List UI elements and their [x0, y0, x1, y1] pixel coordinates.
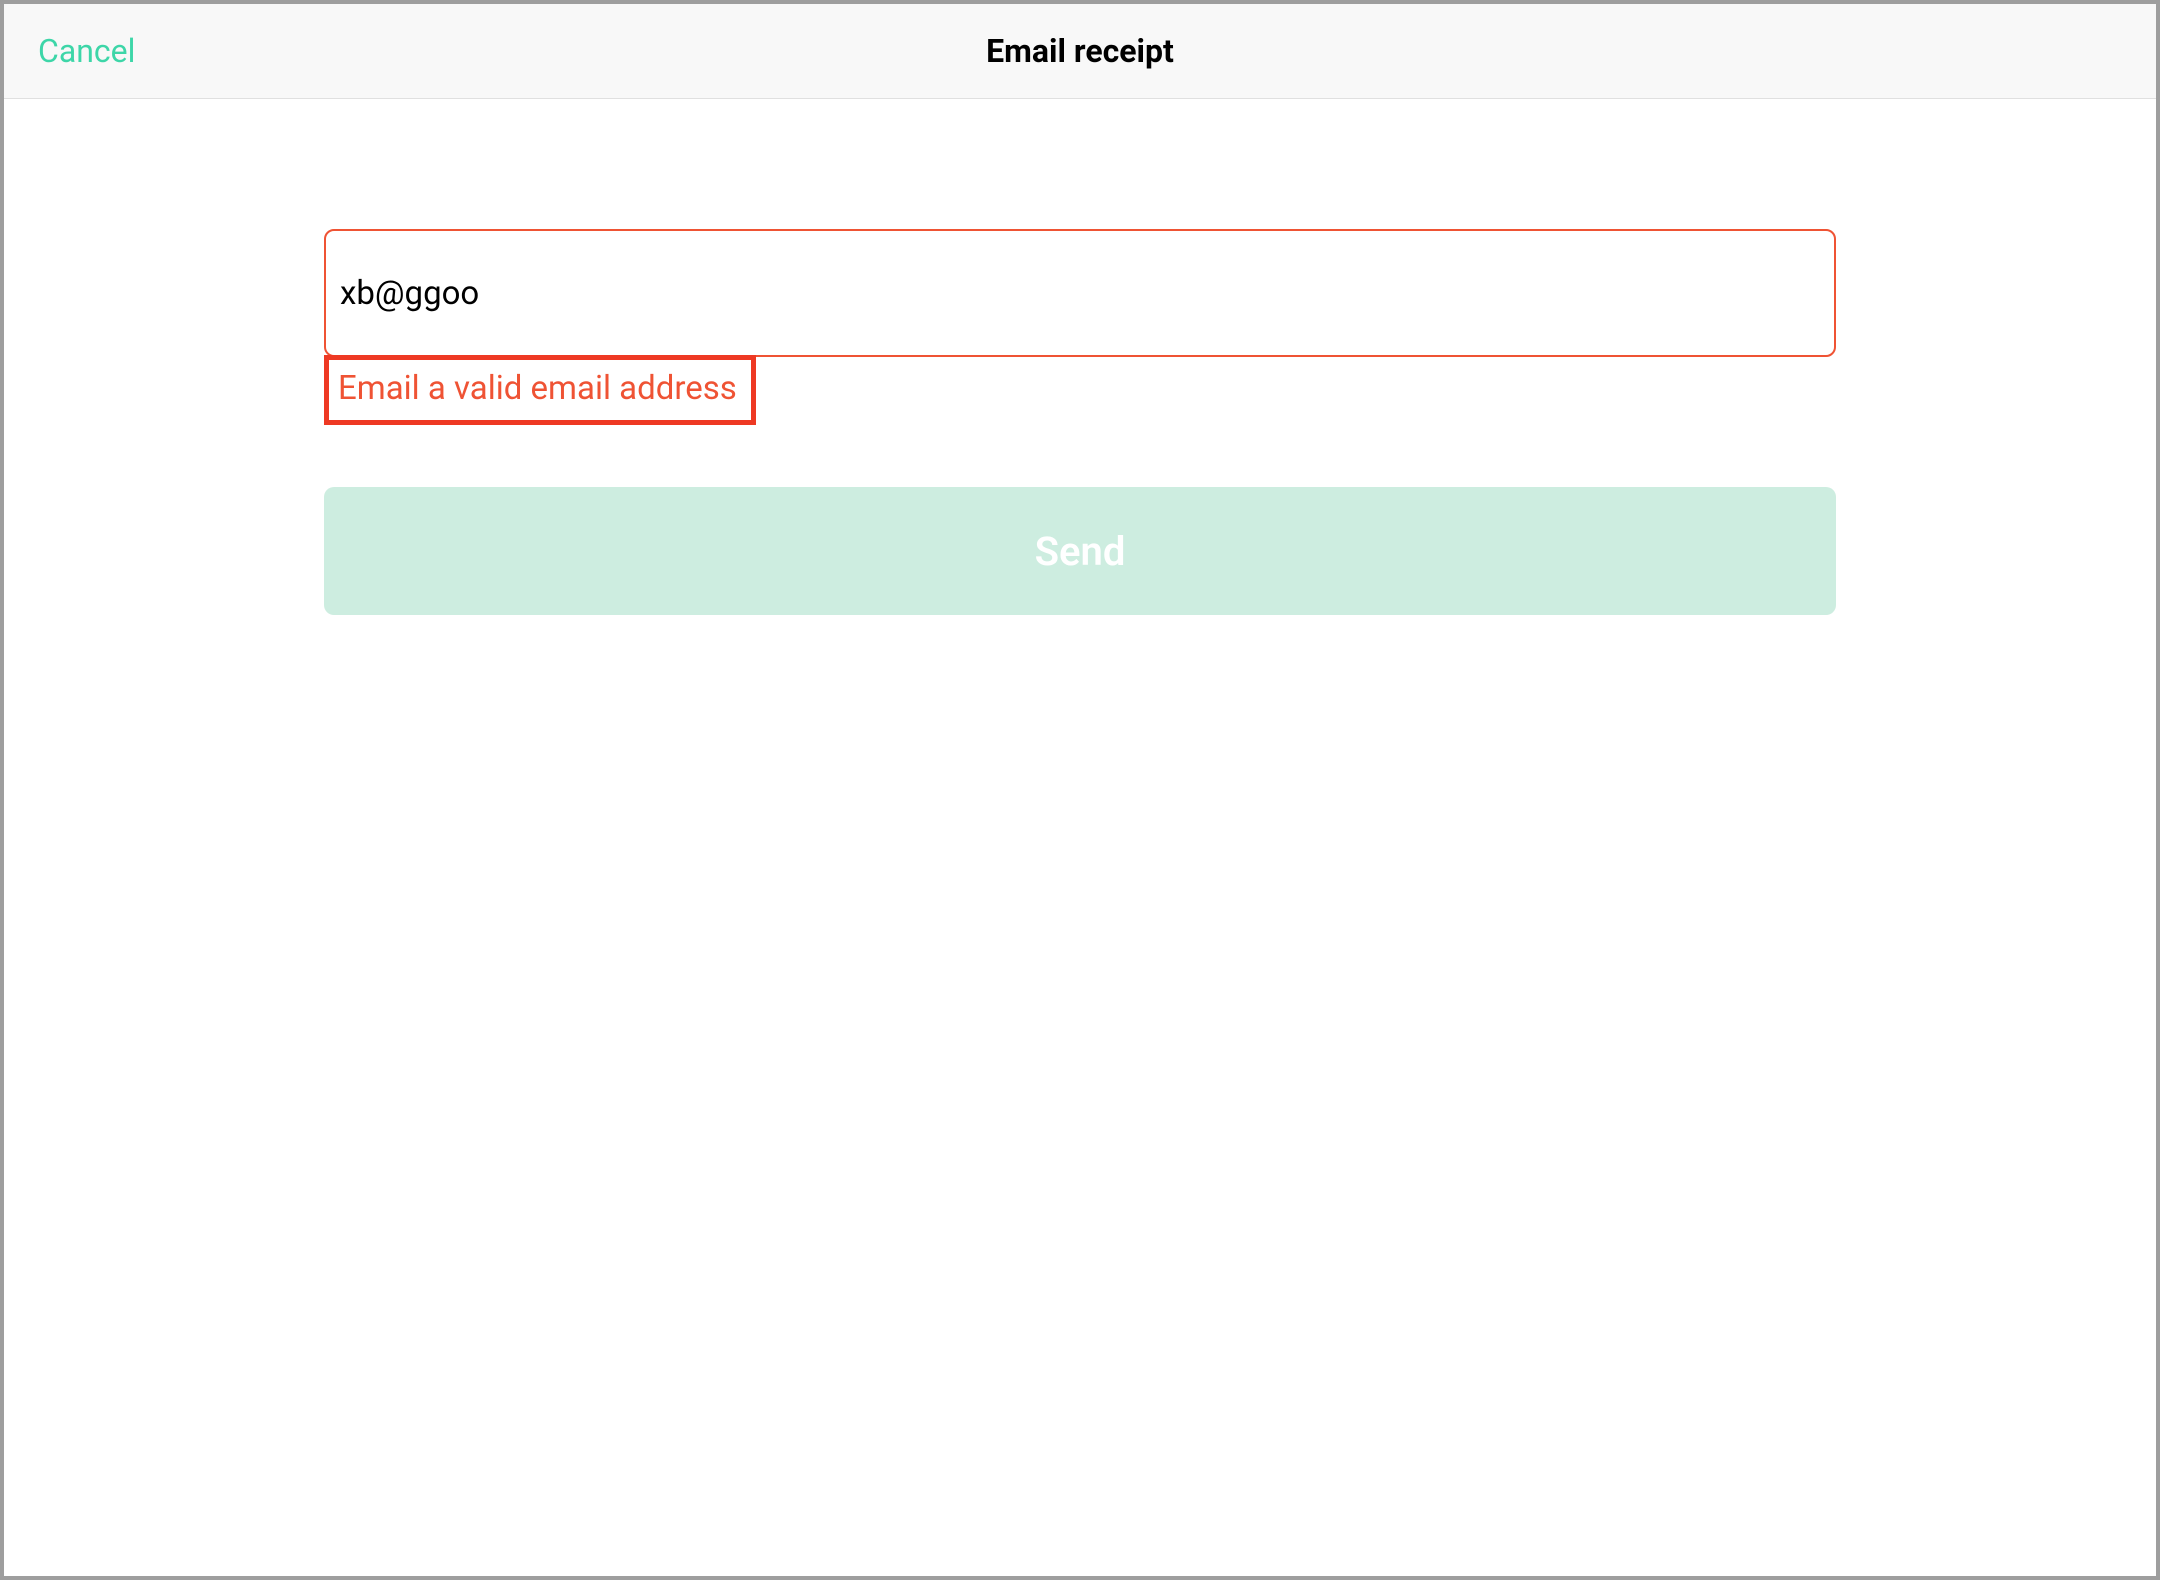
header: Cancel Email receipt — [4, 4, 2156, 99]
content: Email a valid email address Send — [4, 99, 2156, 615]
email-field[interactable] — [324, 229, 1836, 357]
send-button[interactable]: Send — [324, 487, 1836, 615]
page-title: Email receipt — [986, 32, 1174, 70]
error-message: Email a valid email address — [324, 355, 756, 425]
cancel-button[interactable]: Cancel — [38, 32, 135, 70]
